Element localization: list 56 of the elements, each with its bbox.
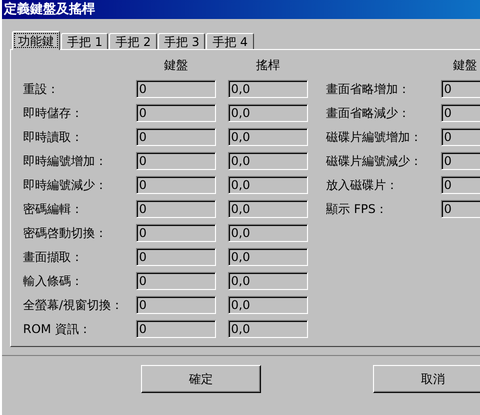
keyboard-field[interactable]: 0 <box>136 320 216 338</box>
keyboard-field[interactable]: 0 <box>136 104 216 122</box>
field-label: 密碼啓動切換： <box>23 224 108 242</box>
field-label: 磁碟片編號增加： <box>326 128 423 146</box>
tab[interactable]: 功能鍵 <box>12 31 60 50</box>
joystick-field[interactable]: 0,0 <box>228 200 308 218</box>
keyboard-field[interactable]: 0 <box>441 104 480 122</box>
field-label: 畫面省略增加： <box>326 80 411 98</box>
joystick-field[interactable]: 0,0 <box>228 320 308 338</box>
field-label: 密碼編輯： <box>23 200 84 218</box>
keyboard-field[interactable]: 0 <box>136 296 216 314</box>
keyboard-field[interactable]: 0 <box>136 128 216 146</box>
column-header: 鍵盤 <box>163 56 189 74</box>
field-label: 畫面省略減少： <box>326 104 411 122</box>
field-label: 即時儲存： <box>23 104 84 122</box>
column-header: 搖桿 <box>255 56 281 74</box>
field-label: 即時編號減少： <box>23 176 108 194</box>
ok-button[interactable]: 確定 <box>141 365 261 393</box>
column-header: 鍵盤 <box>452 56 478 74</box>
field-label: 放入磁碟片： <box>326 176 399 194</box>
keyboard-field[interactable]: 0 <box>136 224 216 242</box>
joystick-field[interactable]: 0,0 <box>228 104 308 122</box>
keyboard-field[interactable]: 0 <box>441 128 480 146</box>
field-label: 輸入條碼： <box>23 272 84 290</box>
field-label: ROM 資訊： <box>23 320 92 338</box>
keyboard-field[interactable]: 0 <box>136 248 216 266</box>
joystick-field[interactable]: 0,0 <box>228 272 308 290</box>
joystick-field[interactable]: 0,0 <box>228 152 308 170</box>
window-title: 定義鍵盤及搖桿 <box>2 0 480 19</box>
tab[interactable]: 手把 4 <box>206 33 254 49</box>
keyboard-field[interactable]: 0 <box>441 80 480 98</box>
field-label: 畫面擷取： <box>23 248 84 266</box>
keyboard-field[interactable]: 0 <box>136 200 216 218</box>
field-label: 即時讀取： <box>23 128 84 146</box>
joystick-field[interactable]: 0,0 <box>228 224 308 242</box>
field-label: 即時編號增加： <box>23 152 108 170</box>
field-label: 顯示 FPS： <box>326 200 389 218</box>
joystick-field[interactable]: 0,0 <box>228 248 308 266</box>
joystick-field[interactable]: 0,0 <box>228 176 308 194</box>
keyboard-field[interactable]: 0 <box>441 200 480 218</box>
keyboard-field[interactable]: 0 <box>136 272 216 290</box>
joystick-field[interactable]: 0,0 <box>228 128 308 146</box>
field-label: 重設： <box>23 80 60 98</box>
field-label: 磁碟片編號減少： <box>326 152 423 170</box>
tab[interactable]: 手把 1 <box>61 33 108 49</box>
cancel-button[interactable]: 取消 <box>373 365 480 393</box>
tab[interactable]: 手把 2 <box>109 33 157 49</box>
field-label: 全螢幕/視窗切換： <box>23 296 124 314</box>
tab[interactable]: 手把 3 <box>158 33 206 49</box>
keyboard-field[interactable]: 0 <box>136 176 216 194</box>
joystick-field[interactable]: 0,0 <box>228 80 308 98</box>
keyboard-field[interactable]: 0 <box>136 152 216 170</box>
keyboard-field[interactable]: 0 <box>441 176 480 194</box>
joystick-field[interactable]: 0,0 <box>228 296 308 314</box>
keyboard-field[interactable]: 0 <box>441 152 480 170</box>
keyboard-field[interactable]: 0 <box>136 80 216 98</box>
